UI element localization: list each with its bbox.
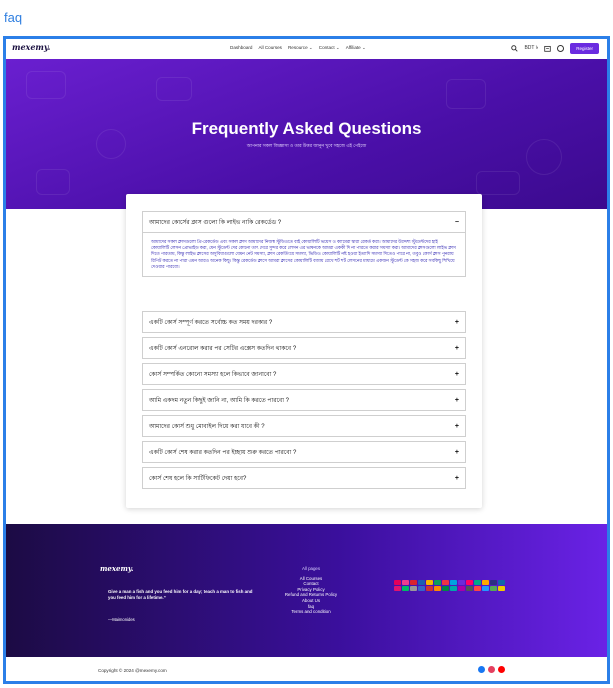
footer-quote-author: —Maimonides — [108, 617, 135, 622]
payment-method-badge — [482, 580, 489, 585]
footer-quote: Give a man a fish and you feed him for a… — [108, 589, 253, 600]
background-doodle — [476, 171, 520, 195]
payment-method-badge — [410, 580, 417, 585]
footer-links: All pages All Courses Contact Privacy Po… — [266, 566, 356, 615]
menu-all-courses[interactable]: All Courses — [258, 45, 282, 51]
payment-method-badge — [434, 580, 441, 585]
payment-method-badge — [418, 586, 425, 591]
nav-actions: BDT ৳ Register — [511, 43, 599, 54]
faq-item[interactable]: কোর্স সম্পর্কিত কোনো সমস্যা হলে কিভাবে জ… — [142, 363, 466, 385]
faq-question-text: কোর্স শেষ হলে কি সার্টিফিকেট দেয়া হবে? — [149, 475, 247, 482]
menu-contact[interactable]: Contact ⌄ — [319, 45, 340, 51]
background-doodle — [36, 169, 70, 195]
payment-method-badge — [426, 580, 433, 585]
faq-item[interactable]: একটি কোর্স এনরোল করার পর সেটির এক্সেস কত… — [142, 337, 466, 359]
footer-bottom-bar: Copyright © 2024 @mexemy.com — [6, 657, 607, 681]
page-label: faq — [4, 10, 23, 25]
faq-question-text: আমাদের কোর্স শুধু মোবাইল দিয়ে করা যাবে … — [149, 423, 265, 430]
expand-icon[interactable]: + — [455, 397, 459, 404]
menu-affiliate[interactable]: Affiliate ⌄ — [346, 45, 366, 51]
payment-method-badge — [498, 580, 505, 585]
menu-dashboard[interactable]: Dashboard — [230, 45, 252, 51]
cart-icon[interactable] — [544, 45, 551, 52]
expand-icon[interactable]: + — [455, 371, 459, 378]
site-logo[interactable]: mexemy. — [12, 42, 50, 52]
faq-answer: আমাদের সকল ক্লাসগুলো প্রি-রেকর্ডেড এবং স… — [143, 232, 465, 276]
payment-method-badge — [450, 586, 457, 591]
faq-question-text: আমি একদম নতুন কিছুই জানি না, আমি কি করতে… — [149, 397, 290, 404]
expand-icon[interactable]: + — [455, 449, 459, 456]
facebook-icon[interactable] — [478, 666, 485, 673]
payment-method-badge — [410, 586, 417, 591]
payment-method-badge — [466, 580, 473, 585]
payment-method-badge — [394, 580, 401, 585]
currency-switcher[interactable]: BDT ৳ — [524, 45, 538, 53]
faq-item[interactable]: একটি কোর্স সম্পূর্ণ করতে সর্বোচ্চ কত সময… — [142, 311, 466, 333]
faq-question-toggle[interactable]: আমাদের কোর্সের ক্লাস গুলো কি লাইভ নাকি র… — [143, 212, 465, 232]
faq-question-text: একটি কোর্স শেষ করার কতদিন পর ইচ্ছায় শুর… — [149, 449, 297, 456]
instagram-icon[interactable] — [488, 666, 495, 673]
background-doodle — [156, 77, 192, 101]
user-account-icon[interactable] — [557, 45, 565, 52]
social-links — [478, 666, 505, 673]
payment-method-badge — [442, 586, 449, 591]
expand-icon[interactable]: + — [455, 319, 459, 326]
background-doodle — [26, 71, 66, 99]
hero-banner: Frequently Asked Questions আপনার সকল জিজ… — [6, 59, 607, 209]
payment-method-badge — [466, 586, 473, 591]
copyright-text: Copyright © 2024 @mexemy.com — [98, 668, 167, 673]
page-subtitle: আপনার সকল জিজ্ঞাসা ও তার উত্তর জানুন খুব… — [246, 143, 367, 148]
payment-method-badge — [498, 586, 505, 591]
payment-method-badge — [394, 586, 401, 591]
main-menu: Dashboard All Courses Resource ⌄ Contact… — [230, 45, 366, 51]
search-icon[interactable] — [511, 45, 519, 52]
payment-method-badge — [474, 580, 481, 585]
footer-link-terms[interactable]: Terms and condition — [266, 609, 356, 615]
faq-item[interactable]: আমি একদম নতুন কিছুই জানি না, আমি কি করতে… — [142, 389, 466, 411]
page-title: Frequently Asked Questions — [191, 119, 422, 138]
payment-method-badge — [418, 580, 425, 585]
payment-method-badge — [402, 580, 409, 585]
payment-method-badge — [474, 586, 481, 591]
menu-resource[interactable]: Resource ⌄ — [288, 45, 313, 51]
payment-method-badge — [402, 586, 409, 591]
browser-viewport: mexemy. Dashboard All Courses Resource ⌄… — [3, 36, 610, 684]
faq-question-text: একটি কোর্স সম্পূর্ণ করতে সর্বোচ্চ কত সময… — [149, 319, 273, 326]
site-footer: mexemy. Give a man a fish and you feed h… — [6, 524, 607, 657]
faq-question-text: আমাদের কোর্সের ক্লাস গুলো কি লাইভ নাকি র… — [149, 219, 282, 226]
background-doodle — [446, 79, 486, 109]
faq-question-text: একটি কোর্স এনরোল করার পর সেটির এক্সেস কত… — [149, 345, 297, 352]
faq-item-open: আমাদের কোর্সের ক্লাস গুলো কি লাইভ নাকি র… — [142, 211, 466, 278]
payment-method-badge — [458, 580, 465, 585]
payment-method-badge — [482, 586, 489, 591]
top-navbar: mexemy. Dashboard All Courses Resource ⌄… — [6, 39, 607, 59]
register-button[interactable]: Register — [570, 43, 599, 54]
faq-card: আমাদের কোর্সের ক্লাস গুলো কি লাইভ নাকি র… — [126, 194, 482, 508]
payment-method-badge — [434, 586, 441, 591]
collapse-icon[interactable]: − — [455, 219, 459, 226]
payment-method-badge — [450, 580, 457, 585]
faq-question-text: কোর্স সম্পর্কিত কোনো সমস্যা হলে কিভাবে জ… — [149, 371, 277, 378]
payment-method-badge — [442, 580, 449, 585]
expand-icon[interactable]: + — [455, 475, 459, 482]
faq-item[interactable]: আমাদের কোর্স শুধু মোবাইল দিয়ে করা যাবে … — [142, 415, 466, 437]
payment-methods — [394, 580, 506, 591]
payment-method-badge — [490, 580, 497, 585]
expand-icon[interactable]: + — [455, 423, 459, 430]
faq-item[interactable]: একটি কোর্স শেষ করার কতদিন পর ইচ্ছায় শুর… — [142, 441, 466, 463]
payment-method-badge — [458, 586, 465, 591]
footer-logo[interactable]: mexemy. — [100, 564, 134, 573]
expand-icon[interactable]: + — [455, 345, 459, 352]
faq-item[interactable]: কোর্স শেষ হলে কি সার্টিফিকেট দেয়া হবে? + — [142, 467, 466, 489]
payment-method-badge — [426, 586, 433, 591]
payment-method-badge — [490, 586, 497, 591]
youtube-icon[interactable] — [498, 666, 505, 673]
footer-links-heading: All pages — [301, 566, 321, 571]
